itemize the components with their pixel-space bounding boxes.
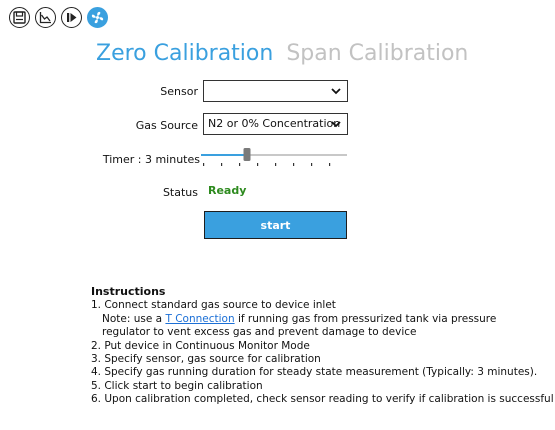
slider-thumb[interactable] [243, 148, 251, 161]
instruction-note: Note: use a T Connection if running gas … [91, 313, 554, 326]
chart-icon [39, 12, 51, 24]
slider-tick [329, 163, 331, 166]
save-button[interactable] [9, 7, 30, 28]
start-button[interactable]: start [204, 211, 347, 239]
gas-source-label: Gas Source [135, 119, 198, 132]
slider-tick [257, 163, 259, 166]
gas-source-select-value: N2 or 0% Concentration [208, 117, 341, 130]
timer-slider[interactable] [201, 146, 351, 170]
sensor-select[interactable] [203, 80, 348, 102]
sensor-label: Sensor [160, 85, 198, 98]
slider-tick [275, 163, 277, 166]
instructions-panel: Instructions 1. Connect standard gas sou… [91, 285, 554, 407]
instruction-step: 2. Put device in Continuous Monitor Mode [91, 339, 310, 352]
slider-tick [221, 163, 223, 166]
slider-tick [239, 163, 241, 166]
t-connection-link[interactable]: T Connection [165, 313, 234, 325]
slider-fill [201, 154, 247, 156]
slider-ticks [203, 163, 331, 166]
instruction-step: 5. Click start to begin calibration [91, 379, 263, 392]
slider-tick [311, 163, 313, 166]
calibration-tabs: Zero Calibration Span Calibration [96, 41, 474, 66]
status-value: Ready [208, 184, 247, 197]
note-text: if running gas from pressurized tank via… [234, 312, 497, 325]
instruction-step: 3. Specify sensor, gas source for calibr… [91, 353, 321, 366]
instructions-title: Instructions [91, 285, 166, 298]
save-icon [13, 11, 26, 24]
calibration-button[interactable] [87, 7, 108, 28]
instruction-step: 1. Connect standard gas source to device… [91, 299, 336, 312]
timer-label: Timer : 3 minutes [102, 153, 200, 166]
chart-button[interactable] [35, 7, 56, 28]
tab-span-calibration[interactable]: Span Calibration [286, 41, 468, 66]
play-step-icon [67, 13, 77, 22]
chevron-down-icon [331, 88, 341, 95]
slider-tick [203, 163, 205, 166]
chevron-down-icon [331, 121, 341, 128]
fan-icon [91, 11, 104, 24]
tab-zero-calibration[interactable]: Zero Calibration [96, 41, 273, 66]
instruction-step: 6. Upon calibration completed, check sen… [91, 393, 554, 406]
instruction-step: 4. Specify gas running duration for stea… [91, 366, 538, 379]
play-step-button[interactable] [61, 7, 82, 28]
status-label: Status [162, 186, 198, 199]
gas-source-select[interactable]: N2 or 0% Concentration [203, 113, 348, 135]
slider-tick [293, 163, 295, 166]
instruction-note: regulator to vent excess gas and prevent… [102, 326, 417, 339]
note-text: Note: use a [102, 312, 166, 325]
